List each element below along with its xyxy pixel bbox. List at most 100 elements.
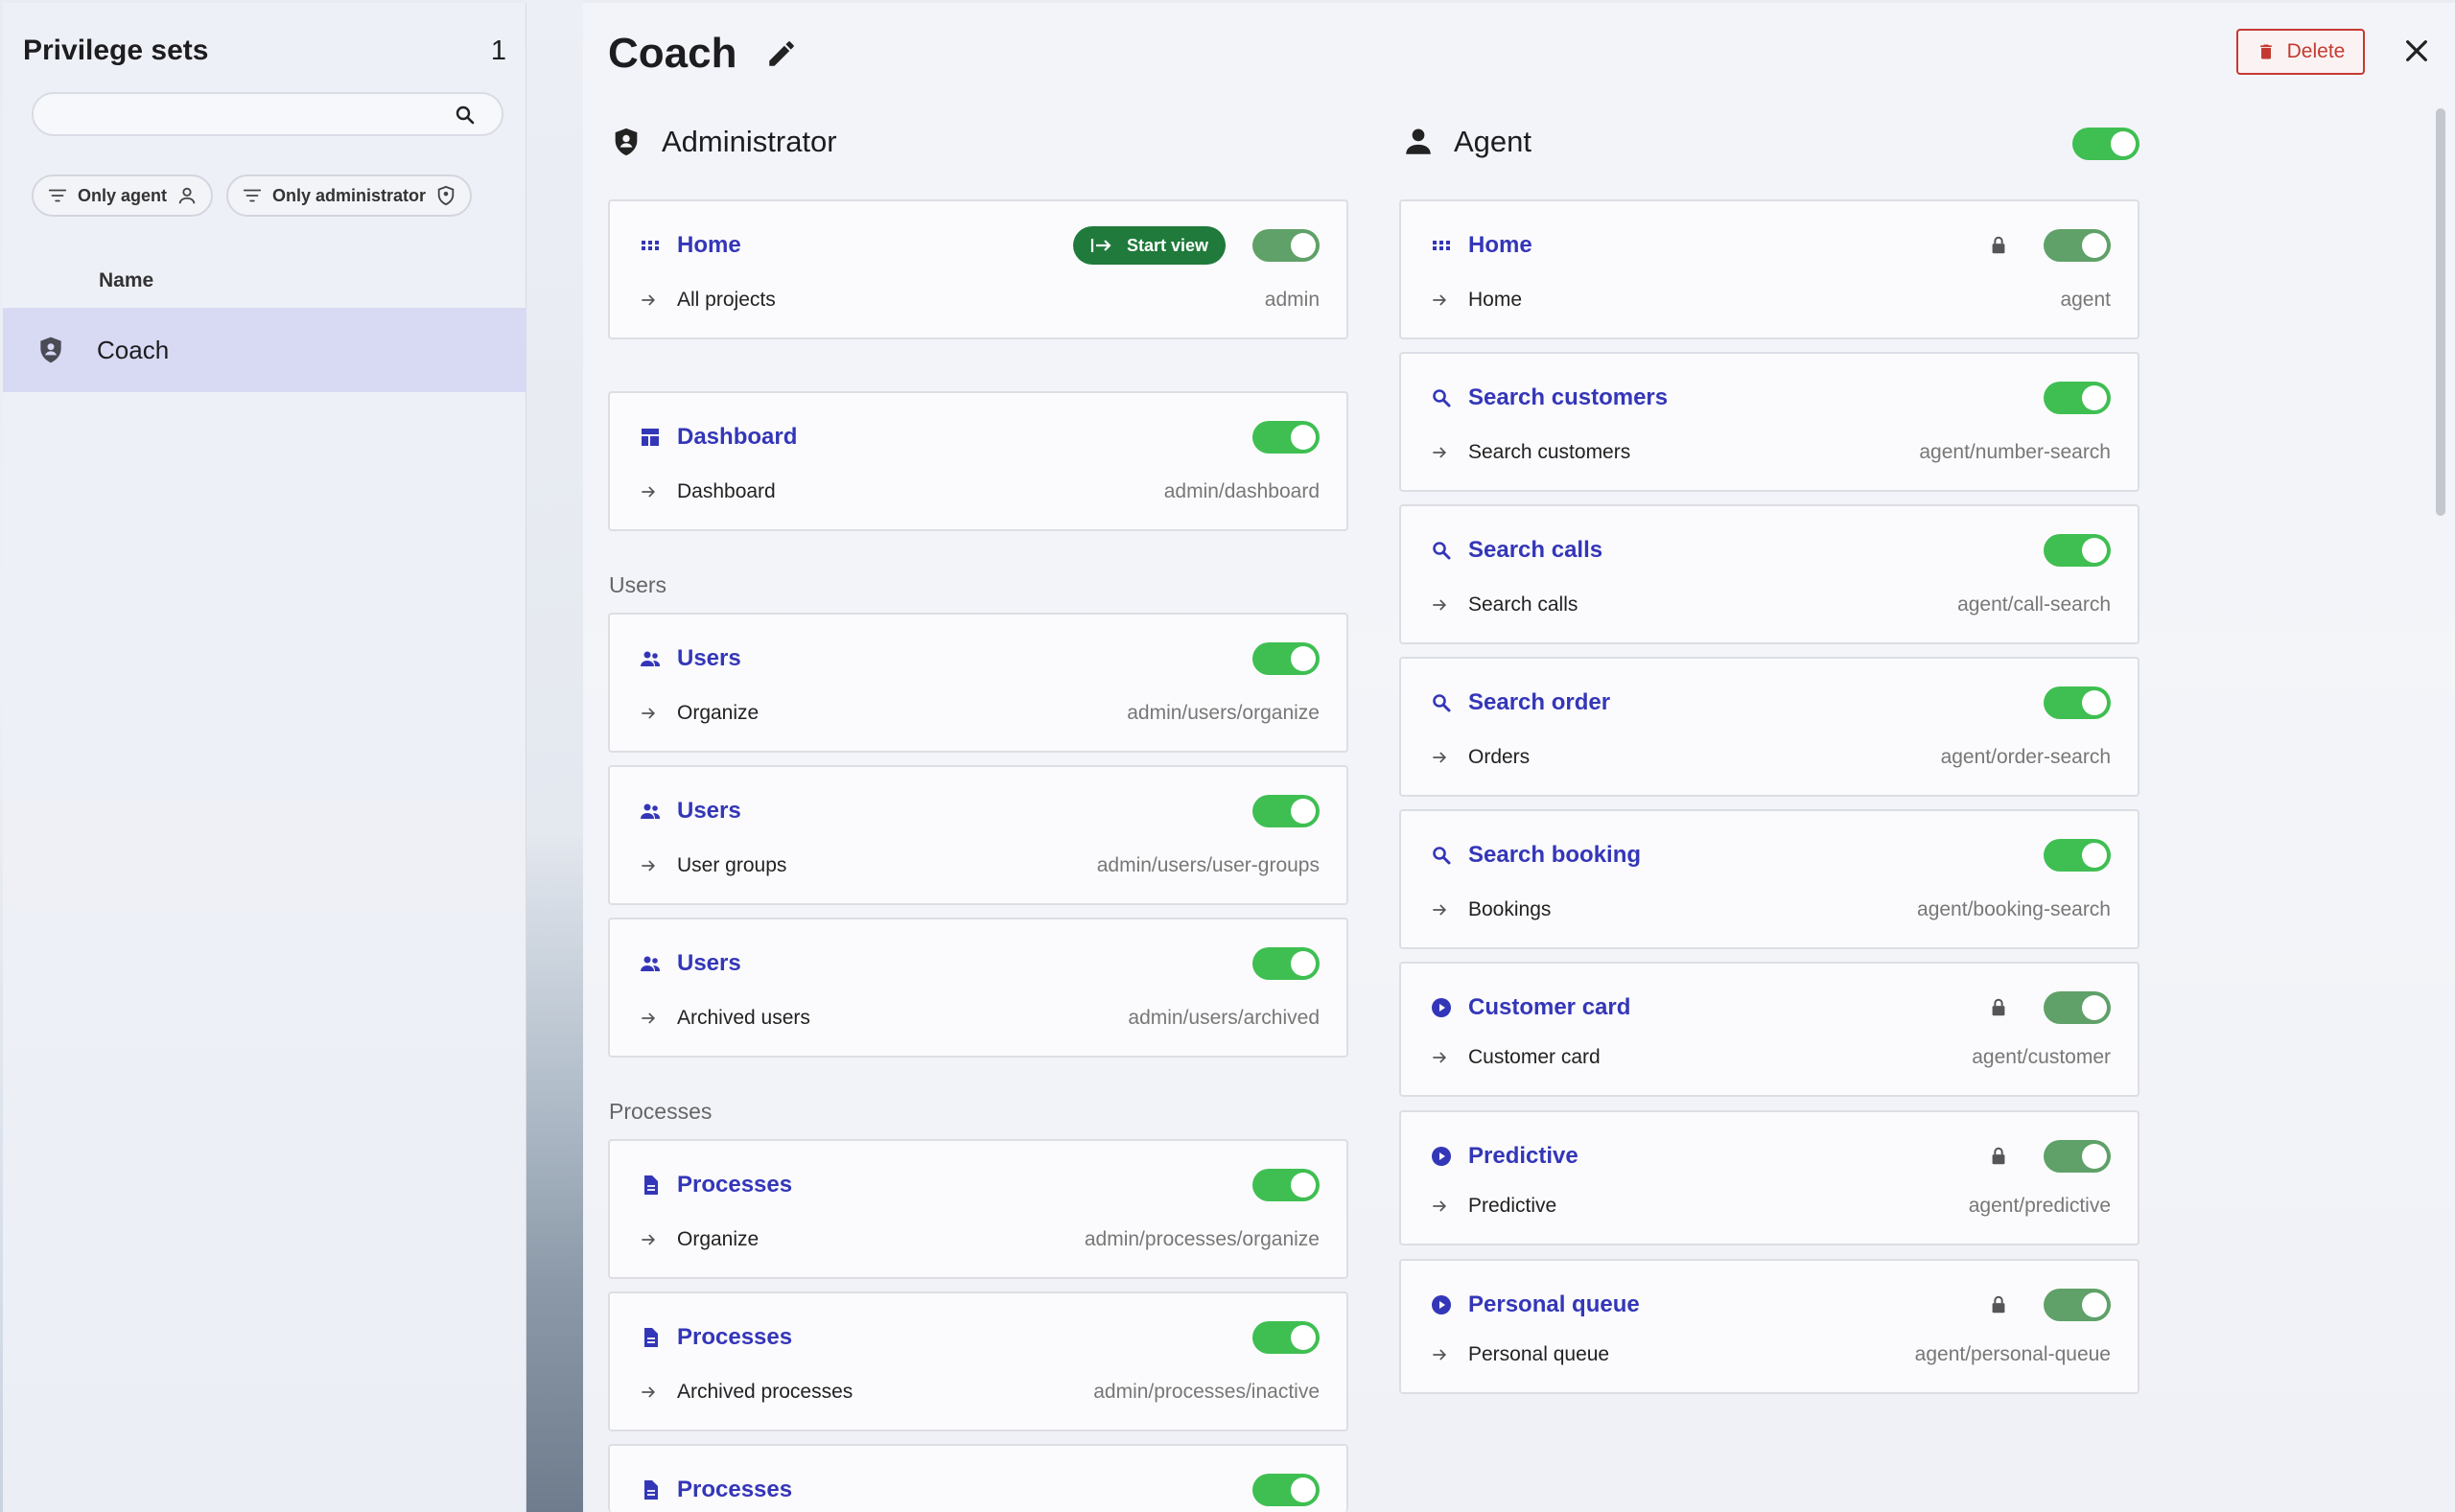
arrow-right-icon	[642, 486, 656, 498]
card-path: admin/users/user-groups	[1096, 854, 1320, 876]
card-title[interactable]: Processes	[677, 1172, 1252, 1198]
privilege-toggle[interactable]	[2044, 1140, 2111, 1173]
column-header-name[interactable]: Name	[99, 269, 153, 292]
privilege-toggle[interactable]	[2044, 839, 2111, 872]
document-icon	[644, 1328, 658, 1347]
card-path: admin/users/organize	[1127, 702, 1320, 724]
privilege-toggle[interactable]	[1252, 1474, 1320, 1506]
filter-only-administrator[interactable]: Only administrator	[226, 174, 473, 217]
administrator-section-title: Administrator	[610, 125, 837, 159]
privilege-toggle[interactable]	[1252, 947, 1320, 980]
scrollbar[interactable]	[2436, 108, 2445, 516]
privilege-toggle[interactable]	[1252, 421, 1320, 454]
card-path: agent/number-search	[1919, 441, 2111, 463]
admin-processes-organize-card: Processes Organize admin/processes/organ…	[608, 1139, 1348, 1279]
card-subtitle: Dashboard	[677, 480, 776, 502]
arrow-right-icon	[642, 860, 656, 872]
users-icon	[641, 651, 660, 666]
start-view-badge[interactable]: Start view	[1072, 226, 1226, 265]
card-title[interactable]: Home	[677, 232, 1073, 259]
page-title: Coach	[608, 30, 798, 78]
card-title[interactable]: Predictive	[1468, 1143, 1988, 1170]
search-input[interactable]	[34, 94, 436, 134]
card-subtitle: Predictive	[1468, 1195, 1557, 1217]
arrow-right-icon	[1433, 1052, 1447, 1063]
search-icon	[1433, 847, 1451, 865]
start-view-icon	[1090, 239, 1111, 252]
admin-dashboard-card: Dashboard Dashboard admin/dashboard	[608, 391, 1348, 531]
item-count: 1	[490, 35, 506, 66]
card-subtitle: Archived users	[677, 1007, 810, 1029]
agent-search-calls-card: Search calls Search calls agent/call-sea…	[1399, 504, 2139, 644]
filter-only-agent[interactable]: Only agent	[32, 174, 214, 217]
privilege-toggle[interactable]	[2044, 382, 2111, 414]
trash-icon	[2259, 44, 2272, 59]
arrow-right-icon	[1433, 1349, 1447, 1361]
card-title[interactable]: Customer card	[1468, 994, 1988, 1021]
privilege-toggle[interactable]	[2044, 229, 2111, 262]
arrow-right-icon	[1433, 294, 1447, 306]
card-title[interactable]: Users	[677, 798, 1252, 825]
user-icon	[178, 187, 196, 204]
admin-home-card: Home Start view All projects admin	[608, 199, 1348, 339]
users-icon	[641, 803, 660, 819]
agent-section-toggle[interactable]	[2072, 128, 2139, 160]
card-title[interactable]: Search booking	[1468, 842, 2044, 869]
search-field[interactable]	[32, 92, 503, 136]
card-title[interactable]: Dashboard	[677, 424, 1252, 451]
shield-icon	[40, 337, 61, 363]
card-title[interactable]: Personal queue	[1468, 1291, 1988, 1318]
card-title[interactable]: Search calls	[1468, 537, 2044, 564]
card-title[interactable]: Users	[677, 950, 1252, 977]
privilege-toggle[interactable]	[1252, 1169, 1320, 1201]
panel-title: Privilege sets	[23, 35, 209, 66]
card-path: agent/predictive	[1968, 1195, 2111, 1217]
play-circle-icon	[1432, 1147, 1451, 1166]
grid-icon	[642, 241, 659, 250]
users-icon	[641, 956, 660, 971]
privilege-toggle[interactable]	[2044, 991, 2111, 1024]
card-title[interactable]: Search customers	[1468, 384, 2044, 411]
close-icon[interactable]	[2401, 35, 2432, 66]
play-circle-icon	[1432, 998, 1451, 1017]
card-subtitle: Customer card	[1468, 1046, 1601, 1068]
card-title[interactable]: Processes	[677, 1324, 1252, 1351]
privilege-toggle[interactable]	[1252, 642, 1320, 675]
search-icon[interactable]	[454, 104, 477, 127]
privilege-toggle[interactable]	[2044, 534, 2111, 567]
search-icon	[1433, 694, 1451, 712]
card-title[interactable]: Users	[677, 645, 1252, 672]
delete-label: Delete	[2286, 40, 2346, 62]
privilege-toggle[interactable]	[1252, 229, 1320, 262]
privilege-toggle[interactable]	[1252, 795, 1320, 827]
lock-icon	[1992, 1147, 2005, 1165]
card-subtitle: Archived processes	[677, 1381, 853, 1403]
list-item[interactable]: Coach	[3, 308, 526, 392]
delete-button[interactable]: Delete	[2236, 29, 2365, 75]
privilege-toggle[interactable]	[2044, 686, 2111, 719]
filter-icon	[243, 189, 262, 202]
card-title[interactable]: Search order	[1468, 689, 2044, 716]
privilege-sets-panel: Privilege sets 1 Only agent Only adminis…	[3, 3, 526, 1512]
arrow-right-icon	[642, 1012, 656, 1024]
pencil-icon[interactable]	[765, 37, 798, 70]
panel-header: Privilege sets 1	[23, 32, 506, 70]
arrow-right-icon	[1433, 904, 1447, 916]
privilege-toggle[interactable]	[2044, 1289, 2111, 1321]
shield-icon	[615, 128, 638, 156]
arrow-right-icon	[642, 708, 656, 719]
privilege-set-detail: Coach Delete Administrator Home Start vi…	[583, 3, 2455, 1512]
arrow-right-icon	[642, 1234, 656, 1245]
card-subtitle: Organize	[677, 1228, 760, 1250]
admin-processes-partial-card: Processes	[608, 1444, 1348, 1512]
card-title[interactable]: Processes	[677, 1477, 1252, 1503]
privilege-toggle[interactable]	[1252, 1321, 1320, 1354]
card-subtitle: All projects	[677, 289, 776, 311]
group-label-users: Users	[609, 572, 667, 597]
card-title[interactable]: Home	[1468, 232, 1988, 259]
arrow-right-icon	[642, 294, 656, 306]
arrow-right-icon	[1433, 447, 1447, 458]
arrow-right-icon	[1433, 752, 1447, 763]
card-path: admin	[1264, 289, 1320, 311]
start-view-label: Start view	[1126, 235, 1208, 255]
